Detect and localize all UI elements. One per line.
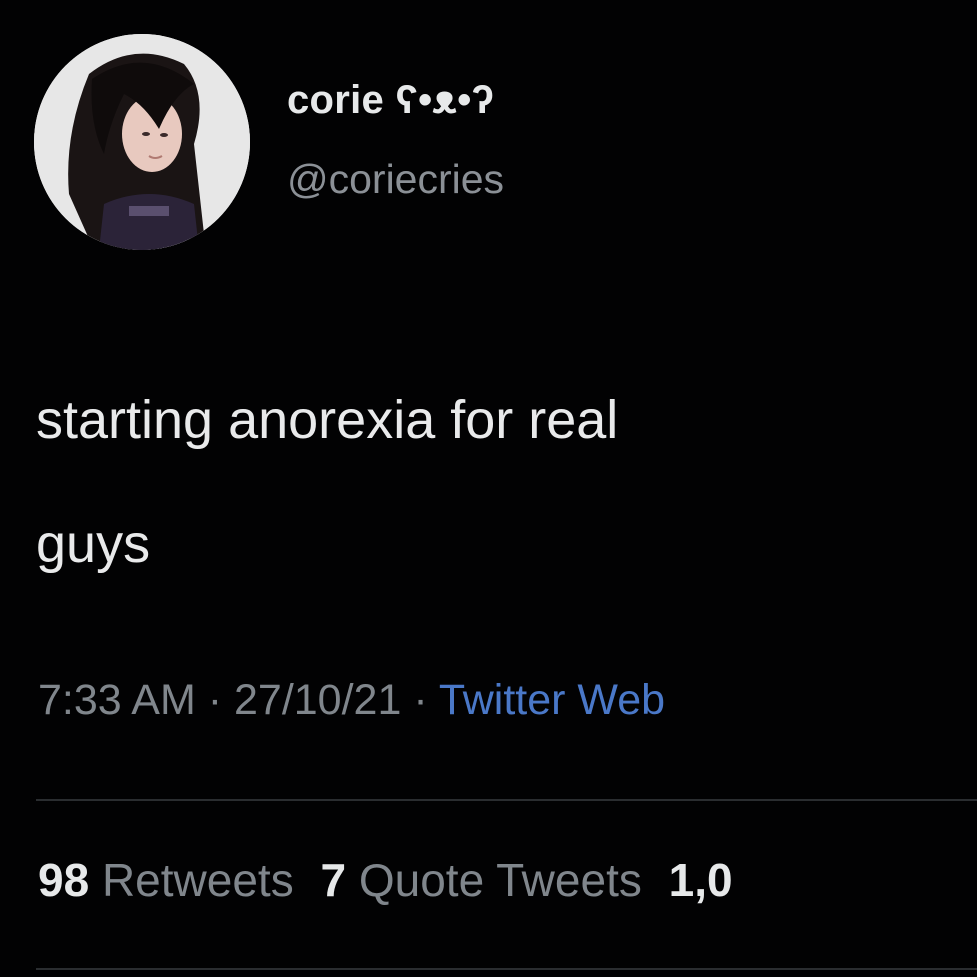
- quotes-label: Quote Tweets: [358, 854, 642, 906]
- tweet-meta: 7:33 AM · 27/10/21 · Twitter Web: [38, 676, 665, 725]
- divider: [36, 968, 977, 970]
- likes-count: 1,0: [668, 854, 733, 906]
- tweet-stats: 98 Retweets 7 Quote Tweets 1,0: [38, 853, 733, 907]
- display-name[interactable]: corie ʕ•ᴥ•ʔ: [287, 78, 494, 123]
- tweet-text-line: guys: [36, 514, 151, 574]
- likes-stat[interactable]: 1,0: [669, 854, 733, 906]
- retweets-count: 98: [38, 854, 90, 906]
- avatar-image: [34, 34, 250, 250]
- retweets-label: Retweets: [101, 854, 294, 906]
- retweets-stat[interactable]: 98 Retweets: [38, 854, 294, 906]
- tweet-date[interactable]: 27/10/21: [234, 676, 401, 724]
- tweet-card: corie ʕ•ᴥ•ʔ @coriecries starting anorexi…: [0, 0, 977, 977]
- tweet-source-link[interactable]: Twitter Web: [439, 676, 665, 724]
- avatar[interactable]: [34, 34, 250, 250]
- quotes-stat[interactable]: 7 Quote Tweets: [320, 854, 641, 906]
- tweet-text: starting anorexia for real guys: [36, 358, 977, 606]
- quotes-count: 7: [320, 854, 347, 906]
- divider: [36, 799, 977, 801]
- tweet-time[interactable]: 7:33 AM: [38, 676, 196, 724]
- meta-separator: ·: [195, 676, 234, 724]
- tweet-text-line: starting anorexia for real: [36, 390, 619, 450]
- meta-separator: ·: [401, 676, 439, 724]
- user-handle[interactable]: @coriecries: [287, 156, 504, 203]
